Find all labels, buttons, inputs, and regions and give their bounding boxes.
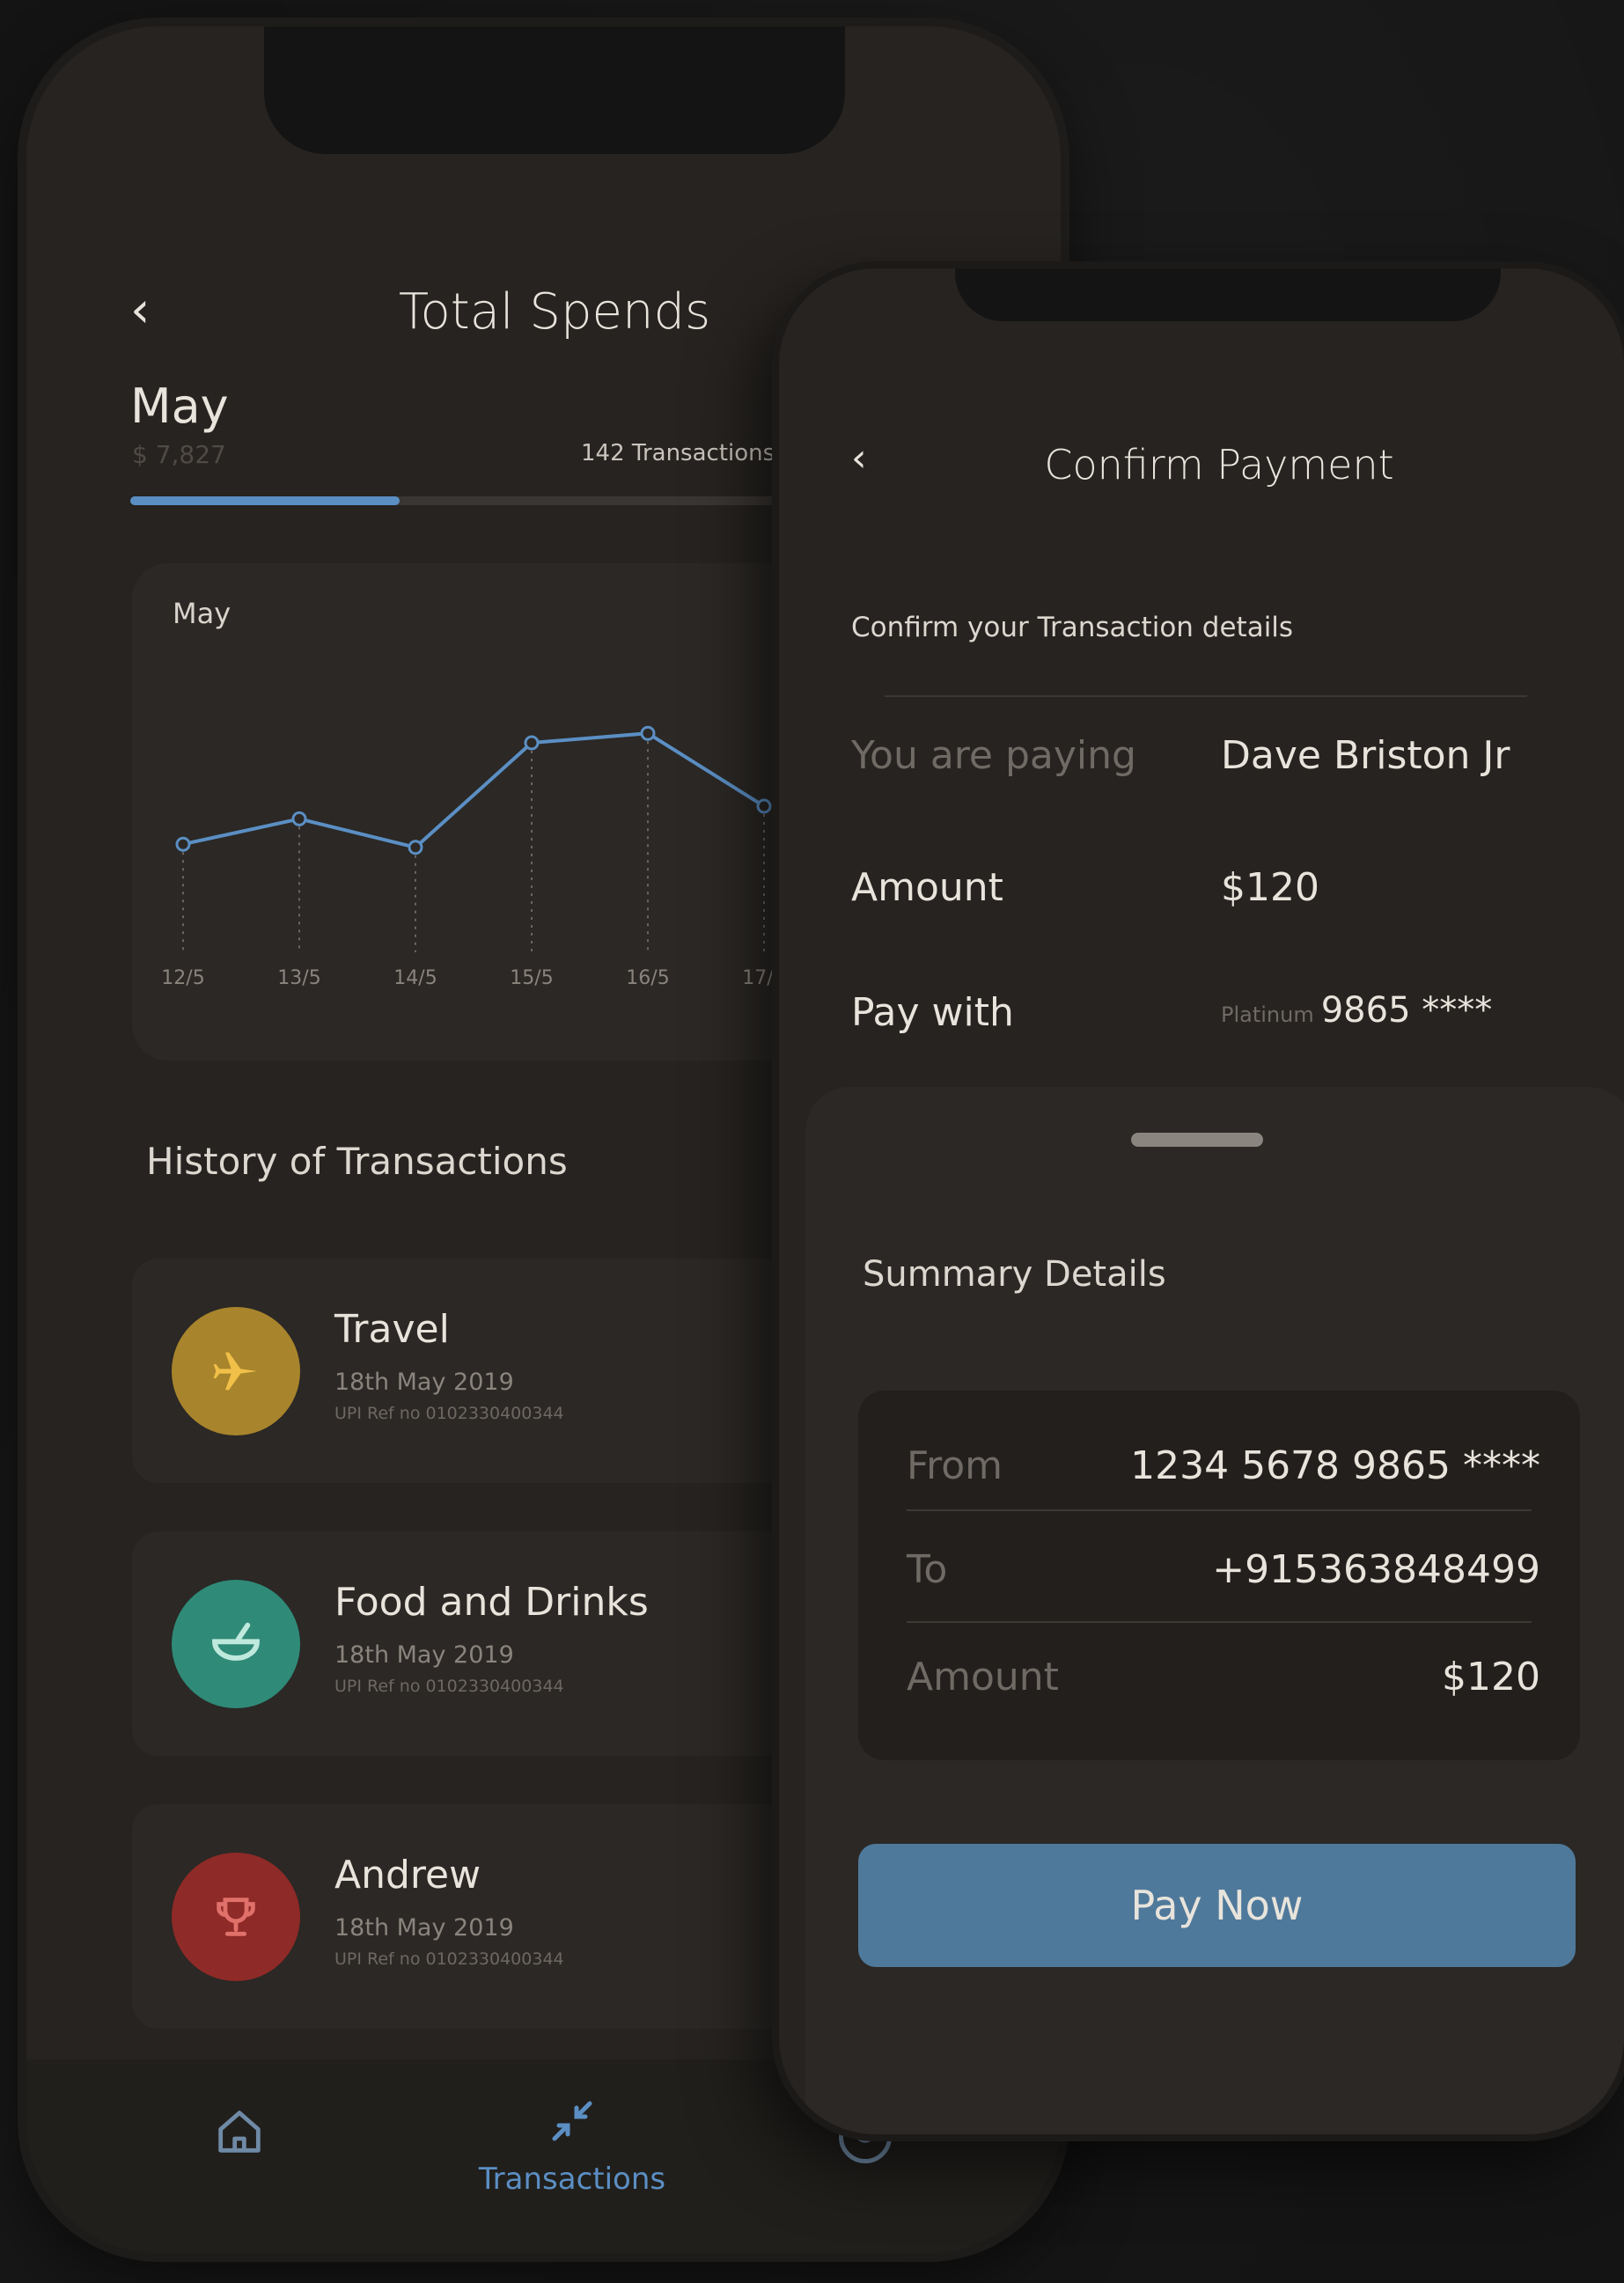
divider bbox=[885, 695, 1527, 697]
amount-row: Amount $120 bbox=[851, 865, 1608, 927]
summary-value: $120 bbox=[1442, 1655, 1540, 1699]
pay-now-button[interactable]: Pay Now bbox=[858, 1844, 1576, 1967]
chart-tick-label: 16/5 bbox=[626, 967, 669, 989]
trophy-icon bbox=[172, 1853, 300, 1981]
phone-notch bbox=[955, 268, 1501, 321]
airplane-icon bbox=[172, 1307, 300, 1435]
summary-row-amount: Amount $120 bbox=[907, 1655, 1540, 1725]
amount-value: $120 bbox=[1221, 865, 1319, 910]
transaction-date: 18th May 2019 bbox=[334, 1369, 514, 1396]
card-type: Platinum bbox=[1221, 1002, 1314, 1027]
transaction-name: Food and Drinks bbox=[334, 1580, 649, 1625]
chart-point[interactable] bbox=[175, 836, 191, 852]
chart-point[interactable] bbox=[524, 735, 540, 751]
paying-row: You are paying Dave Briston Jr bbox=[851, 733, 1608, 795]
divider bbox=[907, 1621, 1532, 1623]
chart-tick-label: 15/5 bbox=[510, 967, 553, 989]
arrows-in-icon bbox=[552, 2101, 592, 2141]
summary-label: Amount bbox=[907, 1655, 1059, 1699]
transaction-date: 18th May 2019 bbox=[334, 1641, 514, 1669]
transactions-count: 142 Transactions bbox=[581, 440, 775, 466]
transaction-ref: UPI Ref no 0102330400344 bbox=[334, 1949, 564, 1969]
pay-with-label: Pay with bbox=[851, 990, 1014, 1035]
chart-tick-label: 14/5 bbox=[393, 967, 437, 989]
phone-notch bbox=[264, 26, 845, 154]
sheet-drag-handle[interactable] bbox=[1131, 1133, 1263, 1147]
paying-label: You are paying bbox=[851, 733, 1136, 778]
summary-value: 1234 5678 9865 **** bbox=[1130, 1443, 1540, 1488]
pay-with-card: Platinum 9865 **** bbox=[1221, 990, 1492, 1031]
nav-transactions[interactable]: Transactions bbox=[471, 2095, 673, 2197]
transaction-name: Travel bbox=[334, 1307, 450, 1352]
summary-label: To bbox=[907, 1547, 948, 1592]
page-title: Confirm Payment bbox=[1044, 441, 1394, 488]
home-icon[interactable] bbox=[211, 2103, 268, 2163]
summary-box: From 1234 5678 9865 **** To +91536384849… bbox=[858, 1391, 1580, 1760]
chart-tick-label: 13/5 bbox=[277, 967, 320, 989]
divider bbox=[907, 1509, 1532, 1511]
summary-label: From bbox=[907, 1443, 1003, 1488]
chart-series-line bbox=[182, 731, 766, 849]
chart-point[interactable] bbox=[756, 798, 772, 814]
card-number: 9865 **** bbox=[1320, 990, 1493, 1031]
month-amount: $ 7,827 bbox=[132, 440, 226, 469]
nav-transactions-label: Transactions bbox=[478, 2162, 666, 2197]
transaction-name: Andrew bbox=[334, 1853, 481, 1898]
amount-label: Amount bbox=[851, 865, 1003, 910]
bowl-icon bbox=[172, 1580, 300, 1708]
chart-point[interactable] bbox=[408, 840, 423, 855]
transaction-ref: UPI Ref no 0102330400344 bbox=[334, 1677, 564, 1696]
month-label: May bbox=[130, 378, 229, 434]
summary-row-to: To +915363848499 bbox=[907, 1547, 1540, 1618]
summary-title: Summary Details bbox=[863, 1254, 1166, 1295]
pay-with-row[interactable]: Pay with Platinum 9865 **** bbox=[851, 990, 1608, 1052]
spend-progress-fill bbox=[130, 496, 400, 505]
confirm-subtitle: Confirm your Transaction details bbox=[851, 612, 1294, 643]
history-title: History of Transactions bbox=[146, 1140, 568, 1183]
transaction-ref: UPI Ref no 0102330400344 bbox=[334, 1404, 564, 1423]
transaction-date: 18th May 2019 bbox=[334, 1914, 514, 1942]
summary-value: +915363848499 bbox=[1212, 1547, 1540, 1592]
chart-tick-label: 12/5 bbox=[161, 967, 204, 989]
chart-point[interactable] bbox=[291, 811, 307, 826]
phone-confirm-screen: ‹ Confirm Payment Confirm your Transacti… bbox=[779, 268, 1624, 2134]
summary-sheet: Summary Details From 1234 5678 9865 ****… bbox=[805, 1087, 1624, 2134]
paying-value: Dave Briston Jr bbox=[1221, 733, 1510, 778]
chart-point[interactable] bbox=[640, 725, 656, 741]
summary-row-from[interactable]: From 1234 5678 9865 **** bbox=[907, 1443, 1540, 1514]
